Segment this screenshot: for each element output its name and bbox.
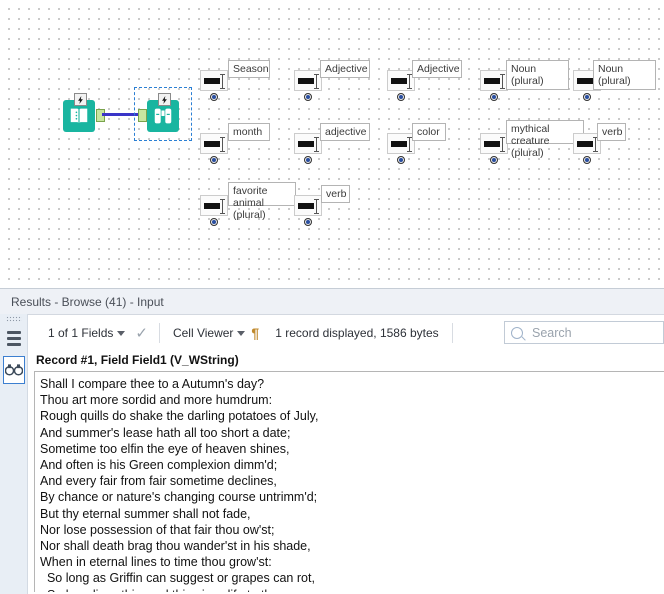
record-header: Record #1, Field Field1 (V_WString) [36, 353, 239, 367]
text-cursor [577, 78, 593, 84]
resize-handle[interactable] [407, 74, 412, 89]
label-w1: Season [228, 60, 270, 78]
resize-handle[interactable] [314, 74, 319, 89]
text-cursor [484, 141, 500, 147]
label-w8: color [412, 123, 446, 141]
text-cursor [298, 203, 314, 209]
fields-label: 1 of 1 Fields [48, 326, 114, 340]
label-w3: Adjective [412, 60, 462, 78]
text-widget-w2[interactable] [294, 70, 322, 91]
anchor-w6[interactable] [210, 156, 218, 164]
text-widget-w1[interactable] [200, 70, 228, 91]
chevron-down-icon[interactable] [117, 330, 126, 336]
browse-tool[interactable] [134, 87, 192, 141]
cell-viewer-button[interactable] [3, 356, 25, 384]
anchor-w7[interactable] [304, 156, 312, 164]
label-w4: Noun (plural) [506, 60, 569, 90]
chevron-down-icon[interactable] [237, 330, 246, 336]
input-tool[interactable] [63, 93, 105, 132]
check-icon[interactable]: ✓ [135, 324, 148, 342]
anchor-w5[interactable] [583, 93, 591, 101]
fields-selector[interactable]: 1 of 1 Fields [46, 315, 131, 351]
text-widget-w12[interactable] [294, 195, 322, 216]
resize-handle[interactable] [220, 199, 225, 214]
search-input[interactable] [530, 324, 654, 341]
binoculars-icon [5, 364, 23, 376]
browse-input-port[interactable] [138, 109, 147, 122]
text-widget-w8[interactable] [387, 133, 415, 154]
resize-handle[interactable] [314, 199, 319, 214]
anchor-w11[interactable] [210, 218, 218, 226]
label-w10: verb [597, 123, 626, 141]
results-sidebar [0, 314, 28, 594]
text-widget-w6[interactable] [200, 133, 228, 154]
input-config-badge [74, 93, 87, 106]
search-icon [511, 326, 523, 339]
text-widget-w11[interactable] [200, 195, 228, 216]
anchor-w2[interactable] [304, 93, 312, 101]
label-w11: favorite animal (plural) [228, 182, 296, 221]
table-view-button[interactable] [3, 324, 25, 352]
cell-viewer-label: Cell Viewer [172, 326, 234, 340]
record-status: 1 record displayed, 1586 bytes [275, 326, 439, 340]
label-w12: verb [321, 185, 350, 203]
anchor-w12[interactable] [304, 218, 312, 226]
record-text[interactable]: Shall I compare thee to a Autumn's day? … [34, 371, 664, 592]
record-viewer: Record #1, Field Field1 (V_WString) Shal… [28, 350, 664, 594]
browse-config-badge [158, 93, 171, 106]
search-box[interactable] [504, 321, 664, 344]
text-cursor [484, 78, 500, 84]
text-cursor [204, 203, 220, 209]
anchor-w9[interactable] [490, 156, 498, 164]
resize-handle[interactable] [593, 137, 598, 152]
text-widget-w9[interactable] [480, 133, 508, 154]
resize-handle[interactable] [220, 74, 225, 89]
text-cursor [204, 78, 220, 84]
workflow-canvas[interactable]: Season Adjective Adjective Noun (plural)… [0, 0, 664, 288]
text-cursor [204, 141, 220, 147]
results-title: Results - Browse (41) - Input [0, 289, 664, 315]
text-widget-w7[interactable] [294, 133, 322, 154]
resize-handle[interactable] [500, 137, 505, 152]
cell-viewer-selector[interactable]: Cell Viewer [171, 315, 251, 351]
anchor-w10[interactable] [583, 156, 591, 164]
resize-handle[interactable] [500, 74, 505, 89]
anchor-w1[interactable] [210, 93, 218, 101]
toolbar-divider [158, 323, 160, 343]
pilcrow-icon[interactable]: ¶ [251, 325, 259, 341]
results-panel: Results - Browse (41) - Input 1 of 1 Fie… [0, 288, 664, 594]
text-cursor [298, 78, 314, 84]
resize-handle[interactable] [314, 137, 319, 152]
results-toolbar: 1 of 1 Fields ✓ Cell Viewer ¶ 1 record d… [0, 315, 664, 352]
resize-handle[interactable] [220, 137, 225, 152]
text-widget-w4[interactable] [480, 70, 508, 91]
label-w2: Adjective [320, 60, 370, 78]
resize-handle[interactable] [407, 137, 412, 152]
grid-icon [7, 330, 21, 346]
anchor-w4[interactable] [490, 93, 498, 101]
anchor-w8[interactable] [397, 156, 405, 164]
toolbar-divider-2 [451, 323, 453, 343]
drag-handle-dots[interactable] [6, 316, 22, 322]
text-cursor [298, 141, 314, 147]
label-w6: month [228, 123, 270, 141]
anchor-w3[interactable] [397, 93, 405, 101]
text-cursor [391, 78, 407, 84]
label-w7: adjective [320, 123, 370, 141]
text-cursor [391, 141, 407, 147]
text-widget-w3[interactable] [387, 70, 415, 91]
text-cursor [577, 141, 593, 147]
label-w5: Noun (plural) [593, 60, 656, 90]
